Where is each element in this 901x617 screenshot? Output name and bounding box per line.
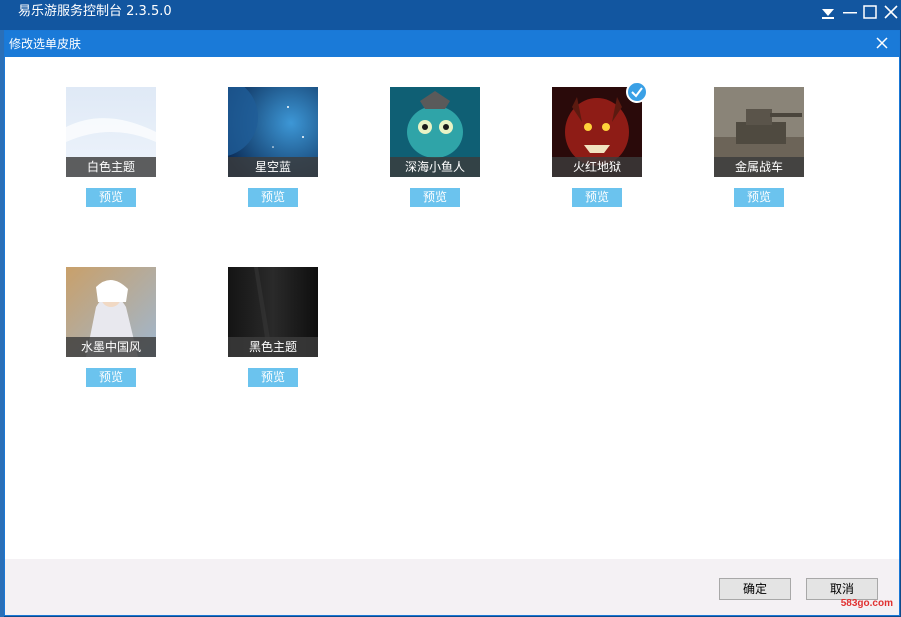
dialog-titlebar: 修改选单皮肤 xyxy=(5,31,899,57)
preview-button[interactable]: 预览 xyxy=(410,188,460,207)
selected-check-icon xyxy=(626,81,648,103)
skin-name: 火红地狱 xyxy=(552,157,642,177)
preview-button[interactable]: 预览 xyxy=(572,188,622,207)
watermark-logo: 583go.com xyxy=(803,577,895,609)
maximize-icon[interactable] xyxy=(861,4,879,20)
skin-name: 深海小鱼人 xyxy=(390,157,480,177)
dialog-close-icon[interactable] xyxy=(873,34,891,52)
watermark-text: 583go.com xyxy=(840,598,893,609)
skin-name: 水墨中国风 xyxy=(66,337,156,357)
skin-thumbnail-black[interactable]: 黑色主题 xyxy=(228,267,318,357)
skin-name: 金属战车 xyxy=(714,157,804,177)
skin-dialog: 修改选单皮肤 白色主题 预览 星空蓝 预览 深海小鱼人 预览 火红地狱 预览 金… xyxy=(4,30,900,616)
preview-button[interactable]: 预览 xyxy=(248,368,298,387)
skin-card-black: 黑色主题 预览 xyxy=(228,267,318,387)
skin-name: 黑色主题 xyxy=(228,337,318,357)
dialog-footer: 确定 取消 583go.com xyxy=(5,559,899,615)
skin-name: 星空蓝 xyxy=(228,157,318,177)
main-window-titlebar: 易乐游服务控制台 2.3.5.0 xyxy=(0,0,901,30)
main-window-title: 易乐游服务控制台 2.3.5.0 xyxy=(18,4,172,19)
skin-thumbnail-metal-tank[interactable]: 金属战车 xyxy=(714,87,804,177)
skin-card-white: 白色主题 预览 xyxy=(66,87,156,207)
skin-card-starry-blue: 星空蓝 预览 xyxy=(228,87,318,207)
preview-button[interactable]: 预览 xyxy=(86,368,136,387)
preview-button[interactable]: 预览 xyxy=(248,188,298,207)
skin-name: 白色主题 xyxy=(66,157,156,177)
skin-thumbnail-white[interactable]: 白色主题 xyxy=(66,87,156,177)
skin-card-deep-sea: 深海小鱼人 预览 xyxy=(390,87,480,207)
dialog-title: 修改选单皮肤 xyxy=(9,37,82,51)
skin-card-metal-tank: 金属战车 预览 xyxy=(714,87,804,207)
preview-button[interactable]: 预览 xyxy=(86,188,136,207)
ok-button[interactable]: 确定 xyxy=(719,578,791,600)
skin-thumbnail-starry-blue[interactable]: 星空蓝 xyxy=(228,87,318,177)
skin-thumbnail-ink-chinese[interactable]: 水墨中国风 xyxy=(66,267,156,357)
skin-card-fire-hell: 火红地狱 预览 xyxy=(552,81,648,207)
close-icon[interactable] xyxy=(882,4,900,20)
skin-thumbnail-deep-sea[interactable]: 深海小鱼人 xyxy=(390,87,480,177)
minimize-icon[interactable] xyxy=(841,4,859,20)
preview-button[interactable]: 预览 xyxy=(734,188,784,207)
dropdown-menu-icon[interactable] xyxy=(819,4,837,20)
skin-card-ink-chinese: 水墨中国风 预览 xyxy=(66,267,156,387)
